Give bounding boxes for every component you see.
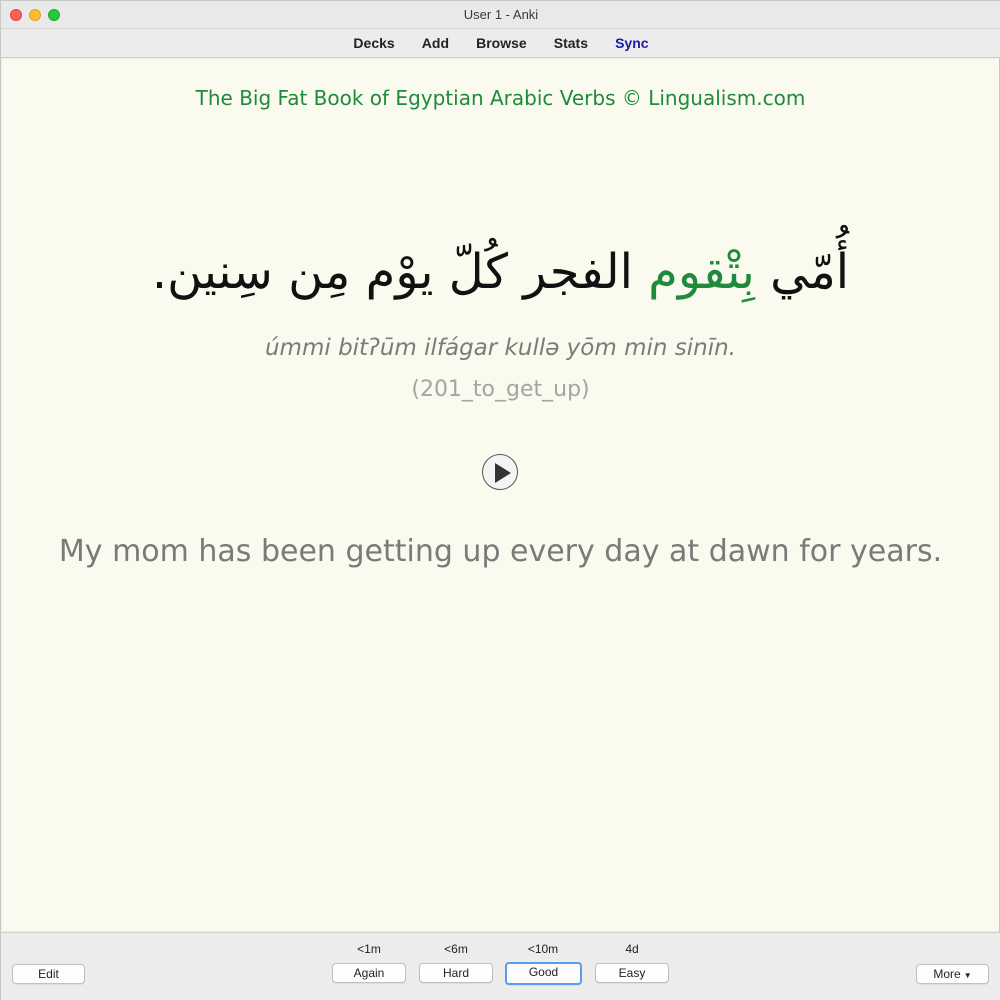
good-button[interactable]: Good [505,962,582,985]
anki-window: User 1 - Anki Decks Add Browse Stats Syn… [0,0,1000,1000]
good-interval: <10m [527,942,559,956]
more-button[interactable]: More ▼ [916,964,989,984]
easy-button[interactable]: Easy [595,963,669,983]
toolbar-sync[interactable]: Sync [615,35,648,51]
title-bar: User 1 - Anki [1,1,1000,29]
arabic-highlighted-verb: بِتْقوم [648,244,755,300]
play-audio-button[interactable] [482,454,518,490]
arabic-sentence-start: أُمّي [754,244,850,300]
english-translation: My mom has been getting up every day at … [58,534,943,569]
play-icon [495,463,511,483]
toolbar-decks[interactable]: Decks [353,35,394,51]
toolbar-browse[interactable]: Browse [476,35,527,51]
easy-interval: 4d [625,942,639,956]
more-label: More [933,967,961,981]
chevron-down-icon: ▼ [963,971,972,980]
arabic-sentence-end: الفجر كُلّ يوْم مِن سِنين. [151,244,649,300]
hard-interval: <6m [444,942,468,956]
answer-bar: Edit <1m Again <6m Hard <10m Good 4d Eas… [1,932,1000,1000]
hard-button[interactable]: Hard [419,963,493,983]
transliteration: úmmi bitʔūm ilfágar kullə yōm min sinīn. [264,335,736,361]
deck-title: The Big Fat Book of Egyptian Arabic Verb… [195,86,806,110]
card-tag: (201_to_get_up) [411,377,590,402]
edit-button[interactable]: Edit [12,964,85,984]
toolbar-stats[interactable]: Stats [554,35,588,51]
arabic-sentence: أُمّي بِتْقوم الفجر كُلّ يوْم مِن سِنين. [2,237,999,307]
again-interval: <1m [357,942,381,956]
again-button[interactable]: Again [332,963,406,983]
card-content: The Big Fat Book of Egyptian Arabic Verb… [2,59,999,931]
window-title: User 1 - Anki [463,7,539,22]
main-toolbar: Decks Add Browse Stats Sync [1,29,1000,58]
toolbar-add[interactable]: Add [422,35,449,51]
